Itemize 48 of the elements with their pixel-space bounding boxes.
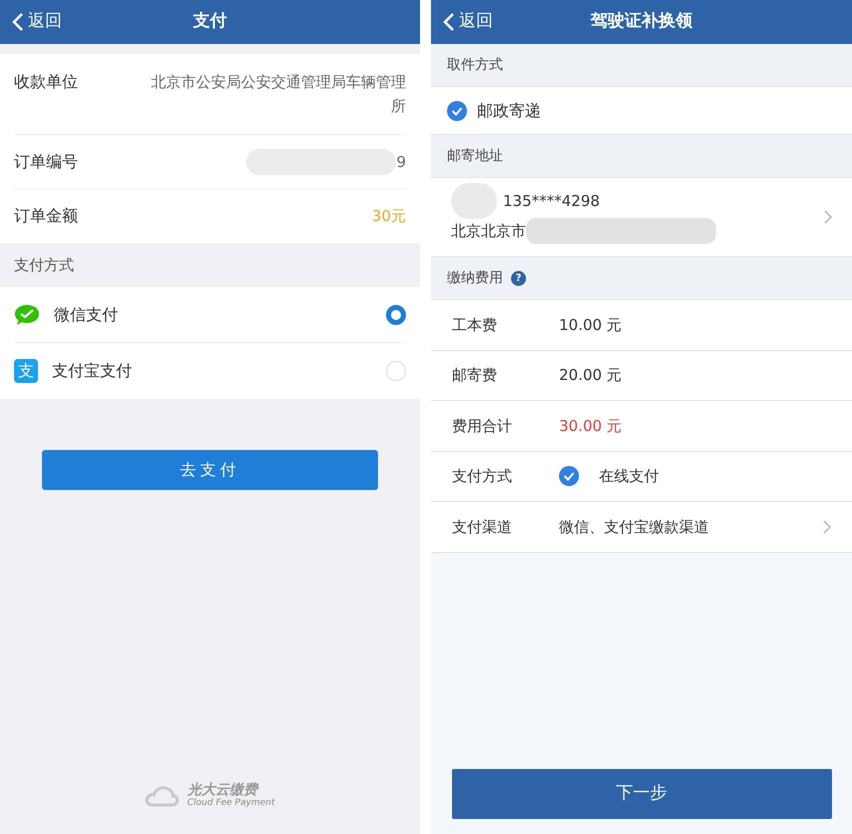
- section-heading: 邮寄地址: [447, 146, 503, 166]
- back-chevron-icon: [443, 12, 455, 32]
- option-label: 支付宝支付: [52, 360, 133, 382]
- payment-option[interactable]: 微信支付: [14, 287, 406, 343]
- chevron-right-icon: [823, 520, 831, 534]
- address-text: 北京北京市: [451, 221, 526, 242]
- app-logo-icon: 支: [14, 359, 38, 383]
- fee-label: 邮寄费: [452, 365, 498, 386]
- field-label: 订单金额: [14, 205, 78, 227]
- back-button[interactable]: 返回: [443, 0, 493, 44]
- pay-button[interactable]: 去支付: [42, 450, 378, 490]
- section-heading: 取件方式: [447, 56, 503, 74]
- next-button[interactable]: 下一步: [452, 769, 832, 819]
- payment-option[interactable]: 支 支付宝支付: [14, 343, 406, 399]
- fee-value: 10.00 元: [559, 314, 622, 336]
- fee-label: 支付方式: [452, 466, 513, 487]
- fee-value: 在线支付: [599, 466, 659, 487]
- fee-label: 费用合计: [452, 416, 513, 436]
- option-label: 微信支付: [54, 304, 119, 326]
- fee-label: 工本费: [452, 314, 498, 336]
- pickup-option[interactable]: 邮政寄递: [431, 87, 852, 135]
- field-value: 北京市公安局公安交通管理局车辆管理所: [150, 72, 406, 117]
- field-label: 收款单位: [14, 71, 78, 93]
- nav-title: 支付: [193, 10, 227, 34]
- channel-selector[interactable]: 微信、支付宝缴款渠道: [559, 516, 831, 538]
- chevron-right-icon: [824, 210, 832, 224]
- back-chevron-icon: [12, 12, 24, 32]
- fee-value: 30.00 元: [559, 416, 622, 436]
- cloud-logo-icon: [145, 784, 180, 806]
- phone-number: 135****4298: [503, 190, 600, 212]
- radio-unselected[interactable]: [386, 361, 406, 381]
- field-label: 订单编号: [14, 150, 78, 172]
- chat-bubble-icon: [14, 302, 40, 326]
- fee-label: 支付渠道: [452, 516, 513, 538]
- radio-selected[interactable]: [386, 304, 406, 324]
- nav-title: 驾驶证补换领: [590, 10, 692, 34]
- help-icon[interactable]: ?: [511, 270, 526, 286]
- back-button[interactable]: 返回: [12, 0, 62, 44]
- section-heading: 支付方式: [14, 254, 74, 276]
- checked-icon[interactable]: [559, 466, 579, 486]
- address-row[interactable]: 135****4298 北京北京市: [431, 178, 852, 257]
- brand-tagline: Cloud Fee Payment: [187, 799, 275, 808]
- amount-value: 30元: [372, 206, 406, 227]
- field-value: 9: [396, 152, 406, 172]
- section-heading: 缴纳费用: [447, 268, 503, 288]
- brand-name: 光大云缴费: [187, 783, 260, 797]
- fee-value: 20.00 元: [559, 365, 622, 386]
- checked-icon[interactable]: [447, 100, 467, 120]
